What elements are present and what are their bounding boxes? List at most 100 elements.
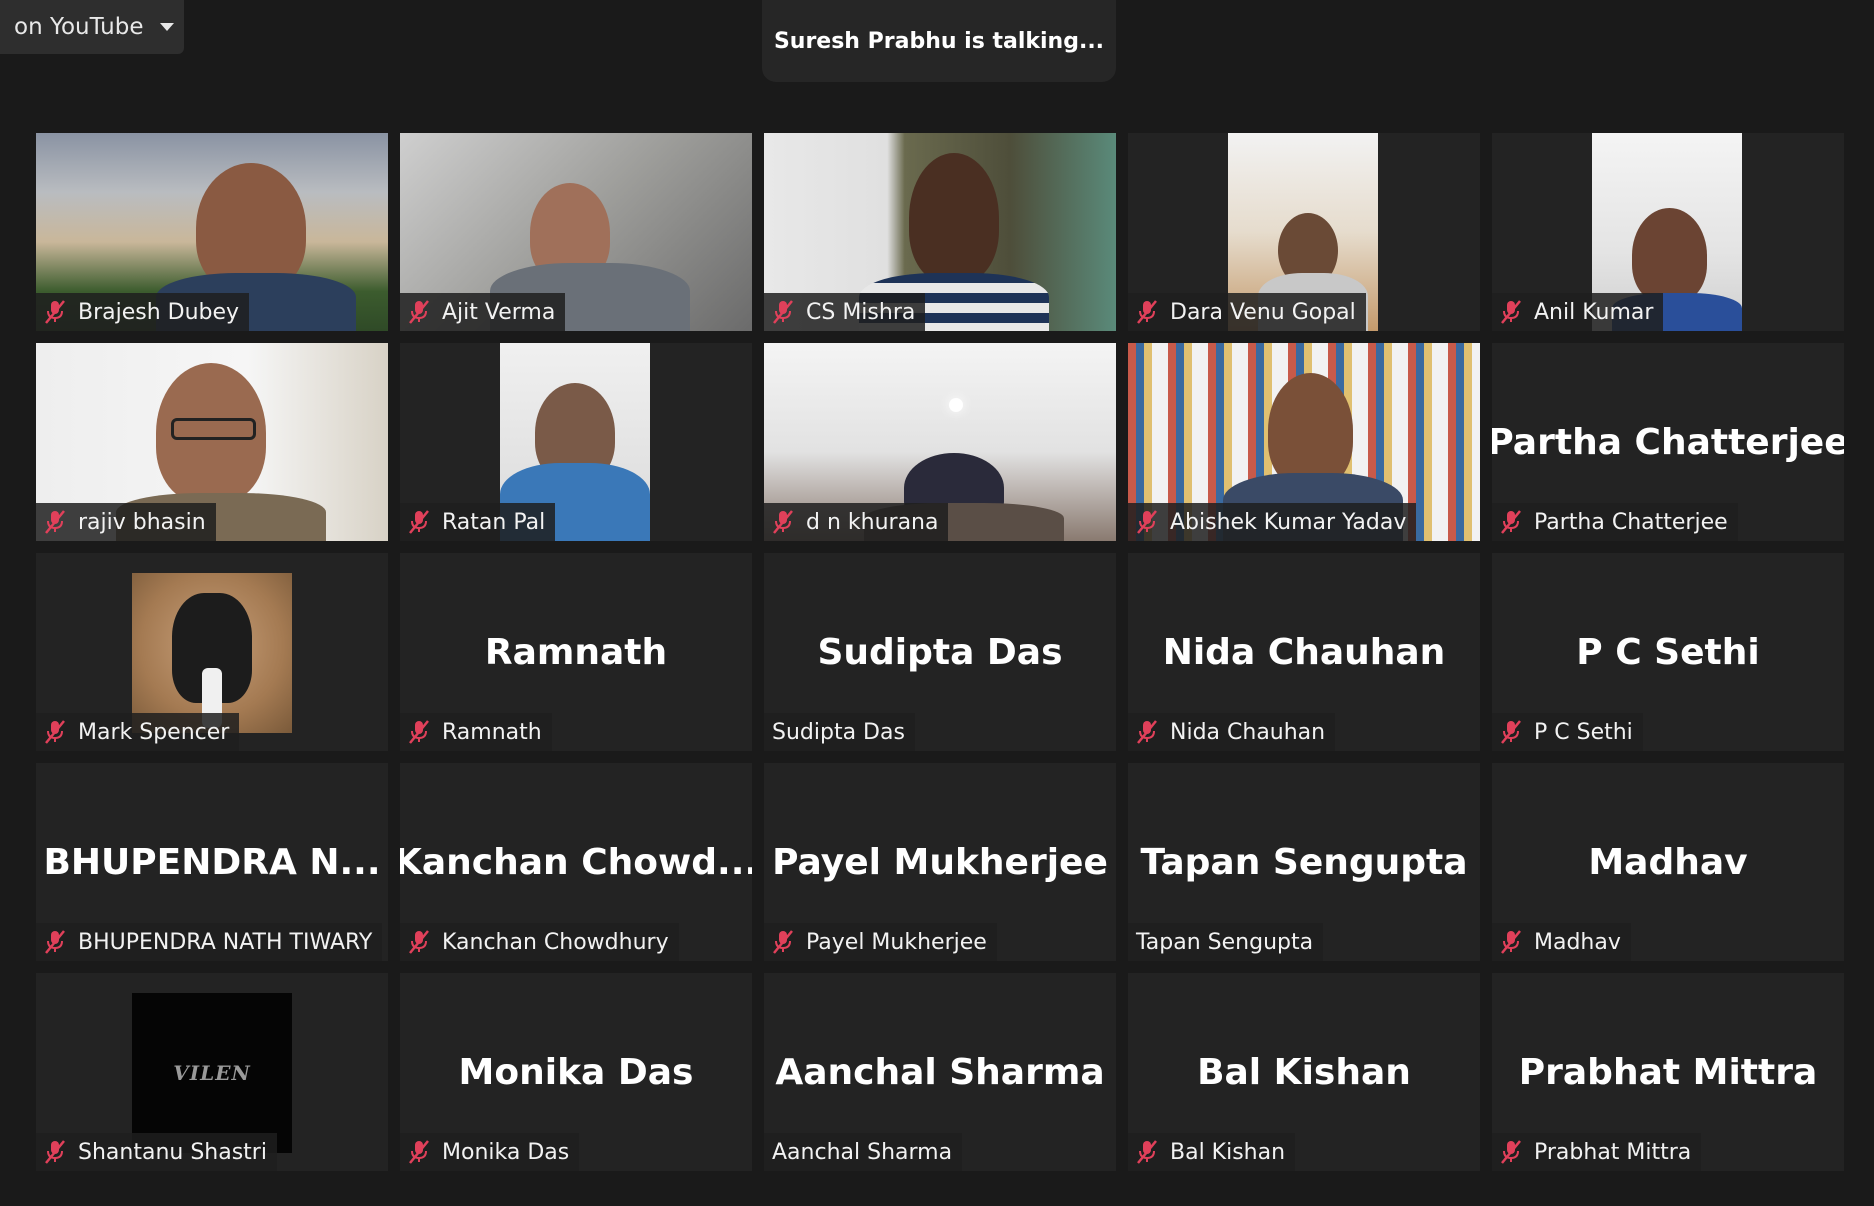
participant-name: Tapan Sengupta — [1136, 929, 1314, 955]
participant-name: Payel Mukherjee — [806, 929, 987, 955]
muted-mic-icon — [408, 299, 430, 325]
participant-tile[interactable]: Ratan Pal — [400, 343, 752, 541]
participant-name: Anil Kumar — [1534, 299, 1654, 325]
participant-name-label: Nida Chauhan — [1128, 713, 1336, 751]
participant-name-label: Dara Venu Gopal — [1128, 293, 1366, 331]
participant-name-label: rajiv bhasin — [36, 503, 216, 541]
muted-mic-icon — [44, 929, 66, 955]
participant-tile[interactable]: P C Sethi P C Sethi — [1492, 553, 1844, 751]
participant-name-label: Brajesh Dubey — [36, 293, 250, 331]
participant-name-label: Monika Das — [400, 1133, 580, 1171]
muted-mic-icon — [1500, 299, 1522, 325]
participant-name: Aanchal Sharma — [772, 1139, 953, 1165]
participant-name: Brajesh Dubey — [78, 299, 240, 325]
active-speaker-banner: Suresh Prabhu is talking... — [762, 0, 1116, 82]
participant-tile[interactable]: CS Mishra — [764, 133, 1116, 331]
participant-name: Ratan Pal — [442, 509, 546, 535]
muted-mic-icon — [44, 509, 66, 535]
participant-name-label: CS Mishra — [764, 293, 926, 331]
participant-name: P C Sethi — [1534, 719, 1633, 745]
participant-tile[interactable]: Dara Venu Gopal — [1128, 133, 1480, 331]
participant-name-label: Tapan Sengupta — [1128, 923, 1324, 961]
participant-name-label: Bal Kishan — [1128, 1133, 1296, 1171]
muted-mic-icon — [1136, 719, 1158, 745]
profile-logo-text: VILEN — [173, 1061, 251, 1085]
muted-mic-icon — [1136, 299, 1158, 325]
participant-tile[interactable]: rajiv bhasin — [36, 343, 388, 541]
participant-tile[interactable]: Bal Kishan Bal Kishan — [1128, 973, 1480, 1171]
participant-tile[interactable]: Kanchan Chowd... Kanchan Chowdhury — [400, 763, 752, 961]
participant-tile[interactable]: Madhav Madhav — [1492, 763, 1844, 961]
participant-name-label: Ratan Pal — [400, 503, 556, 541]
participant-name: Ramnath — [442, 719, 542, 745]
participant-tile[interactable]: Aanchal Sharma Aanchal Sharma — [764, 973, 1116, 1171]
participant-tile[interactable]: Payel Mukherjee Payel Mukherjee — [764, 763, 1116, 961]
participant-tile[interactable]: d n khurana — [764, 343, 1116, 541]
participant-name: Partha Chatterjee — [1534, 509, 1728, 535]
participant-name-label: Ajit Verma — [400, 293, 566, 331]
caret-down-icon — [159, 23, 174, 31]
participant-name-label: Kanchan Chowdhury — [400, 923, 679, 961]
participant-name-label: Aanchal Sharma — [764, 1133, 963, 1171]
participant-name: Dara Venu Gopal — [1170, 299, 1356, 325]
participant-name: Monika Das — [442, 1139, 570, 1165]
participant-name: Mark Spencer — [78, 719, 230, 745]
participant-name-label: Mark Spencer — [36, 713, 240, 751]
participant-name: Shantanu Shastri — [78, 1139, 267, 1165]
participant-tile[interactable]: Prabhat Mittra Prabhat Mittra — [1492, 973, 1844, 1171]
muted-mic-icon — [1136, 1139, 1158, 1165]
muted-mic-icon — [1500, 929, 1522, 955]
muted-mic-icon — [408, 1139, 430, 1165]
muted-mic-icon — [772, 509, 794, 535]
participant-name-label: P C Sethi — [1492, 713, 1643, 751]
participant-name-label: Abishek Kumar Yadav — [1128, 503, 1417, 541]
participant-tile[interactable]: Partha Chatterjee Partha Chatterjee — [1492, 343, 1844, 541]
participant-tile[interactable]: Mark Spencer — [36, 553, 388, 751]
participant-tile[interactable]: Monika Das Monika Das — [400, 973, 752, 1171]
active-speaker-text: Suresh Prabhu is talking... — [773, 28, 1105, 54]
participant-name: Prabhat Mittra — [1534, 1139, 1692, 1165]
participant-name-label: Ramnath — [400, 713, 552, 751]
participant-name: rajiv bhasin — [78, 509, 206, 535]
participant-tile[interactable]: Sudipta Das Sudipta Das — [764, 553, 1116, 751]
profile-picture — [132, 573, 292, 733]
participant-name: CS Mishra — [806, 299, 916, 325]
live-on-youtube-dropdown[interactable]: on YouTube — [0, 0, 184, 54]
muted-mic-icon — [408, 509, 430, 535]
muted-mic-icon — [44, 299, 66, 325]
muted-mic-icon — [408, 719, 430, 745]
participant-tile[interactable]: Nida Chauhan Nida Chauhan — [1128, 553, 1480, 751]
participant-tile[interactable]: Anil Kumar — [1492, 133, 1844, 331]
participant-name-label: Prabhat Mittra — [1492, 1133, 1702, 1171]
participant-name-label: Shantanu Shastri — [36, 1133, 277, 1171]
muted-mic-icon — [772, 299, 794, 325]
participant-name: Ajit Verma — [442, 299, 556, 325]
participant-tile[interactable]: Ramnath Ramnath — [400, 553, 752, 751]
muted-mic-icon — [1500, 1139, 1522, 1165]
participant-name: d n khurana — [806, 509, 939, 535]
participant-name-label: Partha Chatterjee — [1492, 503, 1738, 541]
profile-picture: VILEN — [132, 993, 292, 1153]
participant-name: BHUPENDRA NATH TIWARY — [78, 929, 373, 955]
muted-mic-icon — [772, 929, 794, 955]
participant-name: Madhav — [1534, 929, 1621, 955]
muted-mic-icon — [1500, 509, 1522, 535]
participant-tile[interactable]: Abishek Kumar Yadav — [1128, 343, 1480, 541]
muted-mic-icon — [44, 719, 66, 745]
participant-tile[interactable]: Tapan Sengupta Tapan Sengupta — [1128, 763, 1480, 961]
participant-tile[interactable]: Ajit Verma — [400, 133, 752, 331]
participant-tile[interactable]: BHUPENDRA N... BHUPENDRA NATH TIWARY — [36, 763, 388, 961]
participant-name-label: BHUPENDRA NATH TIWARY — [36, 923, 383, 961]
participant-tile[interactable]: Brajesh Dubey — [36, 133, 388, 331]
participant-name: Abishek Kumar Yadav — [1170, 509, 1407, 535]
participant-name-label: Madhav — [1492, 923, 1631, 961]
muted-mic-icon — [44, 1139, 66, 1165]
participant-name-label: Sudipta Das — [764, 713, 915, 751]
gallery-grid: Brajesh Dubey Ajit Verma CS Mishra Dara … — [36, 133, 1844, 1171]
muted-mic-icon — [1500, 719, 1522, 745]
stream-button-label: on YouTube — [14, 14, 144, 40]
participant-name-label: Payel Mukherjee — [764, 923, 997, 961]
participant-name: Nida Chauhan — [1170, 719, 1326, 745]
participant-name: Kanchan Chowdhury — [442, 929, 669, 955]
participant-tile[interactable]: VILEN Shantanu Shastri — [36, 973, 388, 1171]
